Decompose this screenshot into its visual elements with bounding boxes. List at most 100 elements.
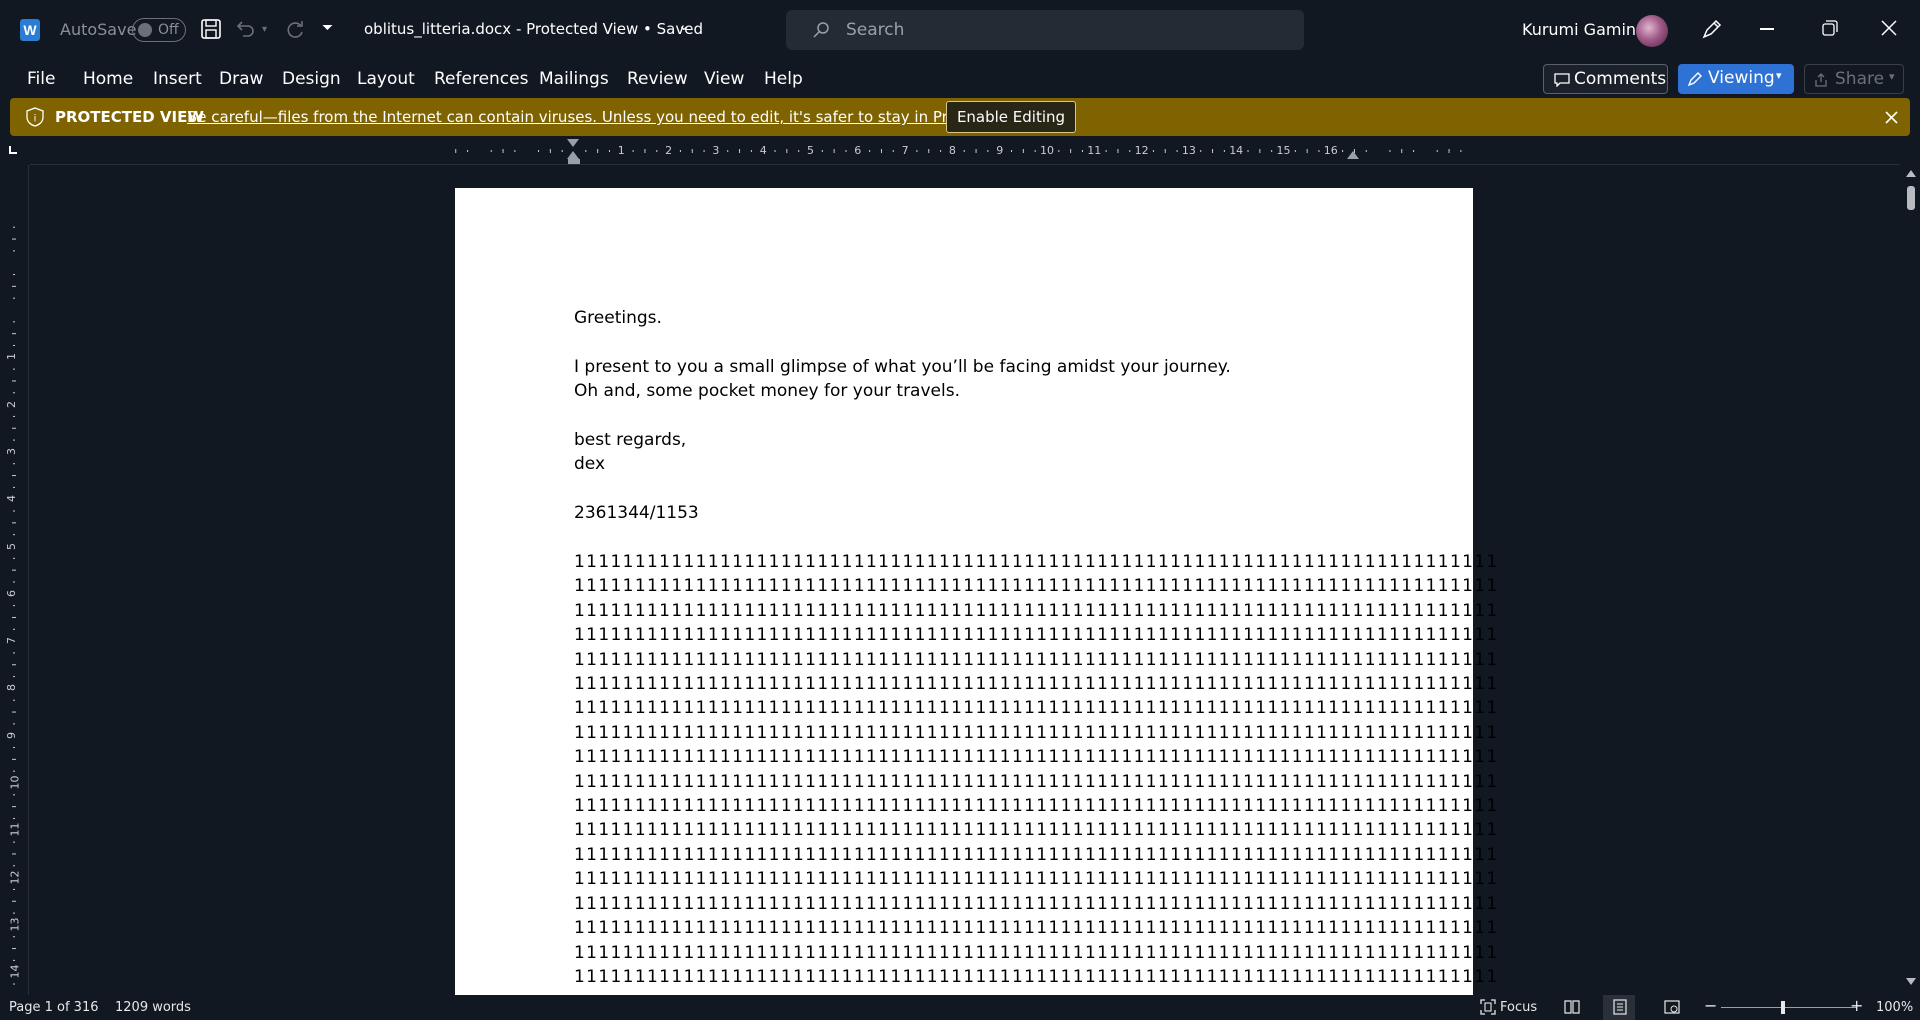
share-icon [1815,73,1827,87]
zoom-slider[interactable] [1721,1007,1857,1008]
code-text: 2361344/1153 [574,503,699,524]
tab-layout[interactable]: Layout [357,69,415,89]
ruler-number: 11 [1087,144,1102,157]
share-dropdown-icon[interactable]: ▾ [1889,70,1895,83]
ruler-number: 8 [948,144,956,157]
avatar[interactable] [1636,15,1668,47]
user-name[interactable]: Kurumi Gaming [1522,20,1646,39]
status-bar: Page 1 of 316 1209 words Focus − + 100% [0,995,1920,1020]
read-mode-icon[interactable] [1564,999,1580,1015]
word-count[interactable]: 1209 words [115,1000,191,1015]
scroll-down-icon[interactable] [1906,978,1916,985]
document-title[interactable]: oblitus_litteria.docx - Protected View •… [364,20,703,38]
web-layout-icon[interactable] [1664,999,1680,1015]
shield-icon: i [26,107,44,127]
customize-toolbar-icon[interactable]: ⏷ [322,20,333,36]
comments-label: Comments [1574,69,1667,89]
tab-help[interactable]: Help [764,69,803,89]
ruler-number: 7 [901,144,909,157]
ones-line: 1111111111111111111111111111111111111111… [574,722,1499,743]
protected-view-message[interactable]: Be careful—files from the Internet can c… [187,108,1048,126]
greeting-text: Greetings. [574,308,662,328]
comment-icon [1554,73,1570,87]
zoom-out-icon[interactable]: − [1704,996,1717,1015]
close-icon[interactable] [1881,20,1897,40]
ruler-number: 8 [5,684,18,692]
ruler-number: 12 [1134,144,1149,157]
svg-text:i: i [34,114,37,125]
word-app-icon[interactable]: W [20,19,40,41]
autosave-toggle[interactable]: Off [132,18,186,42]
ruler-number: 5 [807,144,814,157]
tab-references[interactable]: References [434,69,528,89]
ruler-number: 5 [5,542,18,550]
vertical-ruler[interactable]: 1 2 3 4 5 6 7 8 9 10 11 12 13 14 [0,165,29,995]
toggle-knob [138,23,152,37]
viewing-pen-icon [1687,72,1702,87]
document-body[interactable]: Greetings. I present to you a small glim… [574,306,1499,989]
undo-dropdown-icon[interactable]: ▾ [262,24,267,35]
comments-button[interactable]: Comments [1543,64,1668,94]
ruler-number: 1 [617,144,625,157]
ruler-number: 4 [759,144,767,157]
restore-icon[interactable] [1822,20,1838,40]
ruler-margin [6,165,22,310]
redo-icon[interactable] [284,18,306,40]
tab-view[interactable]: View [704,69,744,89]
enable-editing-button[interactable]: Enable Editing [946,101,1076,133]
tab-selector-icon[interactable] [9,146,17,154]
horizontal-ruler[interactable]: 1 2 3 4 5 6 7 8 9 10 11 12 13 14 15 16 [0,137,1920,165]
ones-line: 1111111111111111111111111111111111111111… [574,918,1499,939]
ones-line: 1111111111111111111111111111111111111111… [574,771,1499,792]
chevron-down-icon[interactable]: ⌄ [678,18,690,34]
tab-review[interactable]: Review [627,69,688,89]
tab-draw[interactable]: Draw [219,69,263,89]
tab-file[interactable]: File [27,69,55,89]
pen-icon[interactable] [1700,17,1724,45]
zoom-slider-thumb[interactable] [1781,1001,1785,1014]
ones-line: 1111111111111111111111111111111111111111… [574,600,1499,621]
ruler-number: 12 [8,870,22,885]
minimize-icon[interactable] [1760,28,1774,30]
tab-insert[interactable]: Insert [153,69,202,89]
ones-line: 1111111111111111111111111111111111111111… [574,552,1499,572]
ruler-divider [28,165,29,995]
print-layout-icon[interactable] [1612,999,1628,1015]
hanging-indent-marker[interactable] [567,151,579,159]
vertical-scrollbar[interactable] [1904,170,1918,990]
tab-home[interactable]: Home [83,69,133,89]
share-button[interactable]: Share ▾ [1804,64,1904,94]
ones-line: 1111111111111111111111111111111111111111… [574,576,1499,597]
first-line-indent-marker[interactable] [567,139,579,147]
search-icon [813,22,829,38]
autosave-state: Off [158,22,179,38]
ones-line: 1111111111111111111111111111111111111111… [574,844,1499,865]
ruler-number: 16 [1323,144,1338,157]
ruler-number: 6 [854,144,862,157]
ruler-number: 11 [8,822,22,837]
save-icon[interactable] [200,18,222,40]
scroll-thumb[interactable] [1907,186,1915,210]
zoom-level[interactable]: 100% [1876,1000,1913,1015]
page-count[interactable]: Page 1 of 316 [9,1000,98,1015]
signature-text: dex [574,454,606,475]
document-page[interactable]: Greetings. I present to you a small glim… [455,188,1499,998]
ones-line: 1111111111111111111111111111111111111111… [574,747,1499,768]
close-bar-icon[interactable] [1885,111,1898,124]
search-box[interactable]: Search [786,10,1304,50]
focus-button[interactable]: Focus [1500,1000,1537,1015]
focus-icon [1480,999,1496,1015]
undo-icon[interactable] [234,18,256,40]
tab-design[interactable]: Design [282,69,341,89]
tab-mailings[interactable]: Mailings [539,69,609,89]
zoom-in-icon[interactable]: + [1850,996,1863,1015]
protected-view-bar: i PROTECTED VIEW Be careful—files from t… [10,98,1910,136]
right-indent-marker[interactable] [1347,151,1359,159]
scroll-up-icon[interactable] [1906,170,1916,177]
viewing-mode-button[interactable]: Viewing ▾ [1678,64,1794,94]
ones-line: 1111111111111111111111111111111111111111… [574,674,1499,695]
